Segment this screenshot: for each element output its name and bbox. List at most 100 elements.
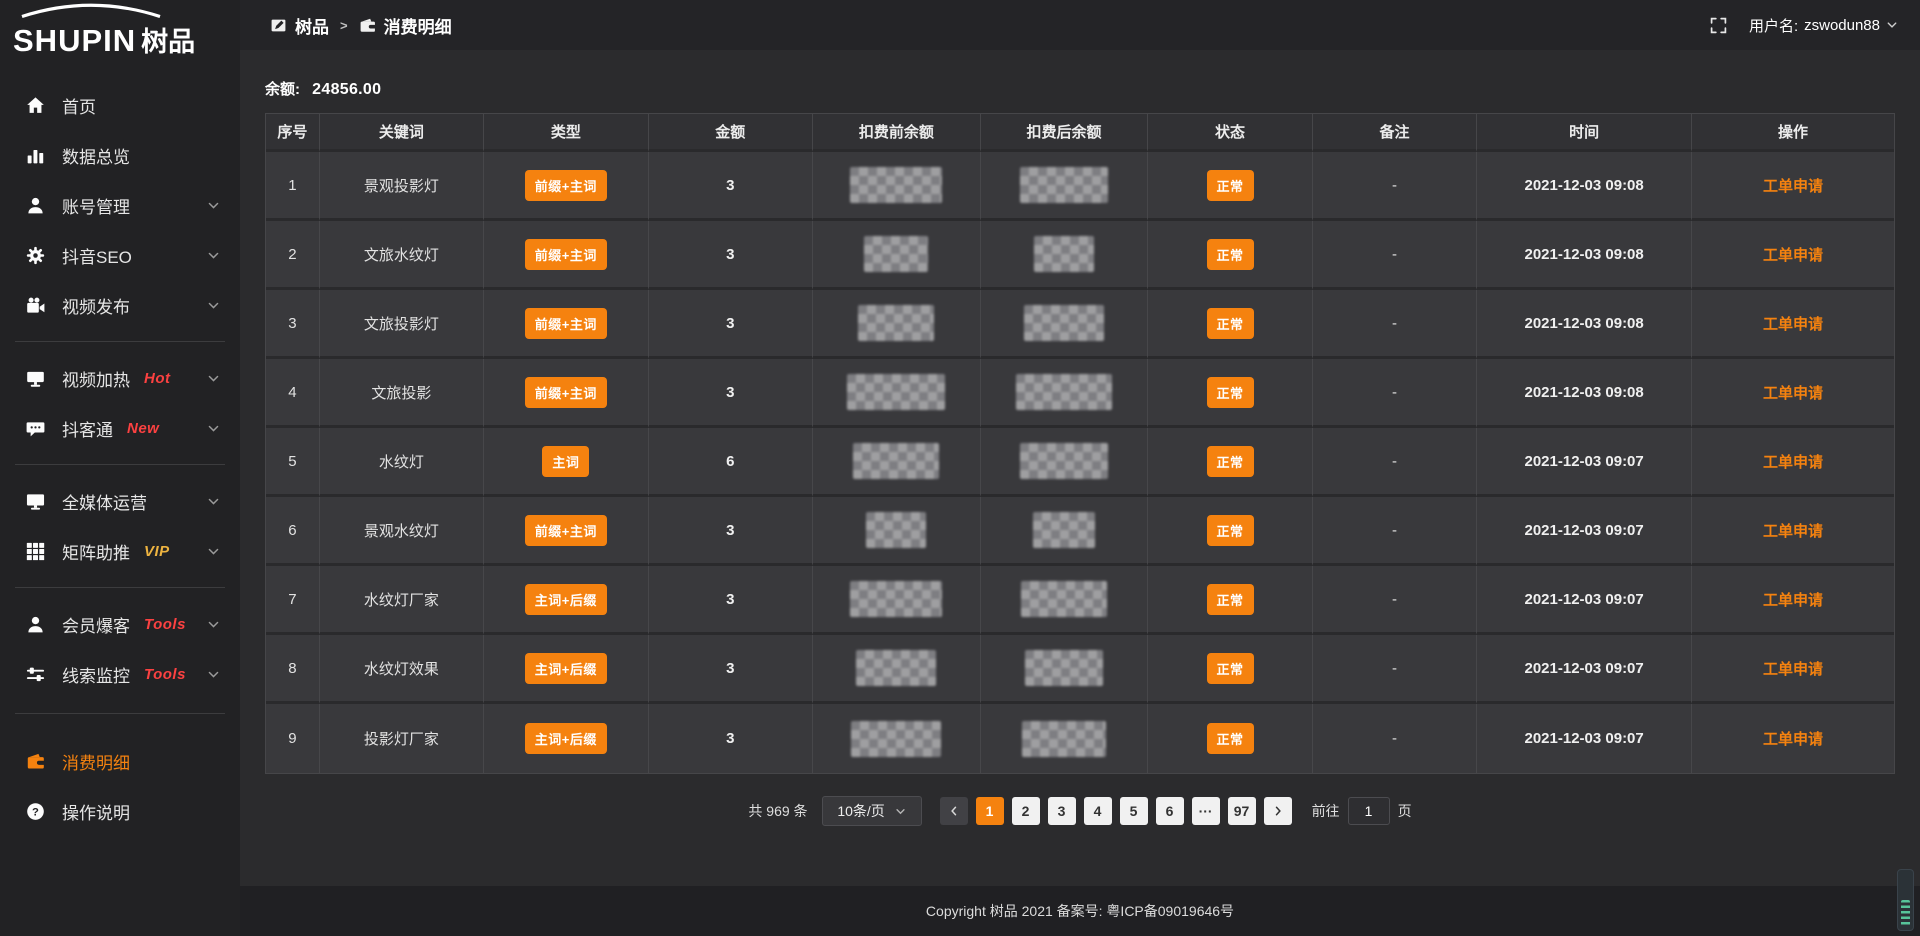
work-order-link[interactable]: 工单申请 [1763, 592, 1823, 609]
chevron-down-icon [207, 422, 220, 435]
chevron-down-icon [895, 806, 906, 817]
cell-type: 前缀+主词 [484, 152, 648, 221]
sidebar-item-badge: New [127, 420, 159, 437]
table-row: 8水纹灯效果主词+后缀3正常-2021-12-03 09:07工单申请 [266, 635, 1894, 704]
sidebar-item-matrix-boost[interactable]: 矩阵助推VIP [0, 526, 240, 576]
work-order-link[interactable]: 工单申请 [1763, 316, 1823, 333]
wallet-icon [359, 17, 376, 34]
cell-balance-before [813, 566, 981, 635]
cell-time: 2021-12-03 09:08 [1477, 152, 1692, 221]
cell-balance-after [981, 428, 1149, 497]
page-button-97[interactable]: 97 [1228, 797, 1256, 825]
work-order-link[interactable]: 工单申请 [1763, 661, 1823, 678]
cell-balance-before [813, 290, 981, 359]
page-ellipsis-button[interactable]: ··· [1192, 797, 1220, 825]
sidebar-item-douketong[interactable]: 抖客通 New [0, 403, 240, 453]
blurred-value [1016, 374, 1112, 410]
sidebar-item-video-heat[interactable]: 视频加热 Hot [0, 353, 240, 403]
page-size-value: 10条/页 [837, 801, 884, 821]
cell-balance-before [813, 428, 981, 497]
work-order-link[interactable]: 工单申请 [1763, 178, 1823, 195]
sidebar-item-member-burst[interactable]: 会员爆客Tools [0, 599, 240, 649]
logo-text-en: SHUPIN [13, 25, 136, 56]
sliders-icon [26, 665, 45, 684]
sidebar-item-label: 抖客通 [62, 416, 113, 441]
sidebar-item-label: 全媒体运营 [62, 489, 147, 514]
status-badge: 正常 [1207, 584, 1254, 615]
page-button-3[interactable]: 3 [1048, 797, 1076, 825]
sidebar-item-home[interactable]: 首页 [0, 80, 240, 130]
pagination: 共 969 条 10条/页 123456···97 前往 页 [265, 796, 1895, 826]
sidebar-item-label: 视频发布 [62, 293, 130, 318]
chevron-down-icon [207, 618, 220, 631]
sidebar-item-account-management[interactable]: 账号管理 [0, 180, 240, 230]
page-button-6[interactable]: 6 [1156, 797, 1184, 825]
cell-action: 工单申请 [1692, 635, 1894, 704]
total-count: 共 969 条 [748, 801, 807, 821]
work-order-link[interactable]: 工单申请 [1763, 731, 1823, 748]
table-row: 9投影灯厂家主词+后缀3正常-2021-12-03 09:07工单申请 [266, 704, 1894, 773]
blurred-value [864, 236, 928, 272]
work-order-link[interactable]: 工单申请 [1763, 385, 1823, 402]
sidebar-item-video-publish[interactable]: 视频发布 [0, 280, 240, 330]
work-order-link[interactable]: 工单申请 [1763, 247, 1823, 264]
cell-no: 4 [266, 359, 320, 428]
cell-no: 9 [266, 704, 320, 773]
goto-page-input[interactable] [1348, 797, 1390, 825]
video-camera-icon [26, 296, 45, 315]
user-icon [26, 196, 45, 215]
topbar: 树品 > 消费明细 用户名: zswodun88 [240, 0, 1920, 50]
page-size-select[interactable]: 10条/页 [822, 796, 922, 826]
scrollbar-widget[interactable] [1897, 869, 1914, 931]
column-header: 操作 [1692, 114, 1894, 152]
column-header: 关键词 [320, 114, 484, 152]
cell-time: 2021-12-03 09:07 [1477, 566, 1692, 635]
sidebar-item-consumption-detail[interactable]: 消费明细 [0, 736, 240, 786]
cell-remark: - [1313, 635, 1477, 704]
prev-page-button[interactable] [940, 797, 968, 825]
sidebar-item-data-overview[interactable]: 数据总览 [0, 130, 240, 180]
page-button-1[interactable]: 1 [976, 797, 1004, 825]
chat-icon [26, 419, 45, 438]
cell-status: 正常 [1148, 152, 1312, 221]
sidebar-item-label: 会员爆客 [62, 612, 130, 637]
column-header: 备注 [1313, 114, 1477, 152]
sidebar-item-label: 视频加热 [62, 366, 130, 391]
sidebar-item-label: 线索监控 [62, 662, 130, 687]
cell-type: 主词+后缀 [484, 566, 648, 635]
sidebar-menu: 首页数据总览账号管理抖音SEO 视频发布视频加热 Hot 抖客通 New 全媒体运营矩阵助… [0, 58, 240, 836]
blurred-value [1024, 305, 1104, 341]
topbar-right: 用户名: zswodun88 [1710, 15, 1898, 36]
sidebar-item-media-operation[interactable]: 全媒体运营 [0, 476, 240, 526]
status-badge: 正常 [1207, 446, 1254, 477]
cell-action: 工单申请 [1692, 359, 1894, 428]
sidebar-item-douyin-seo[interactable]: 抖音SEO [0, 230, 240, 280]
page-button-5[interactable]: 5 [1120, 797, 1148, 825]
user-menu[interactable]: 用户名: zswodun88 [1749, 15, 1898, 36]
type-badge: 前缀+主词 [525, 308, 607, 339]
sidebar-item-badge: Tools [144, 666, 186, 683]
type-badge: 主词+后缀 [525, 584, 607, 615]
fullscreen-icon[interactable] [1710, 17, 1727, 34]
cell-balance-before [813, 152, 981, 221]
cell-type: 主词+后缀 [484, 704, 648, 773]
screen-icon [26, 369, 45, 388]
cell-keyword: 水纹灯 [320, 428, 484, 497]
cell-type: 主词+后缀 [484, 635, 648, 704]
cell-balance-after [981, 152, 1149, 221]
type-badge: 前缀+主词 [525, 515, 607, 546]
next-page-button[interactable] [1264, 797, 1292, 825]
work-order-link[interactable]: 工单申请 [1763, 454, 1823, 471]
sidebar-item-badge: Hot [144, 370, 171, 387]
blurred-value [856, 650, 936, 686]
work-order-link[interactable]: 工单申请 [1763, 523, 1823, 540]
breadcrumb-home[interactable]: 树品 [295, 13, 329, 38]
sidebar-item-instructions[interactable]: ?操作说明 [0, 786, 240, 836]
page-button-4[interactable]: 4 [1084, 797, 1112, 825]
page-button-2[interactable]: 2 [1012, 797, 1040, 825]
sidebar-item-lead-monitor[interactable]: 线索监控 Tools [0, 649, 240, 699]
cell-time: 2021-12-03 09:08 [1477, 290, 1692, 359]
sidebar-item-label: 抖音SEO [62, 243, 132, 268]
cell-status: 正常 [1148, 635, 1312, 704]
table-row: 6景观水纹灯前缀+主词3正常-2021-12-03 09:07工单申请 [266, 497, 1894, 566]
